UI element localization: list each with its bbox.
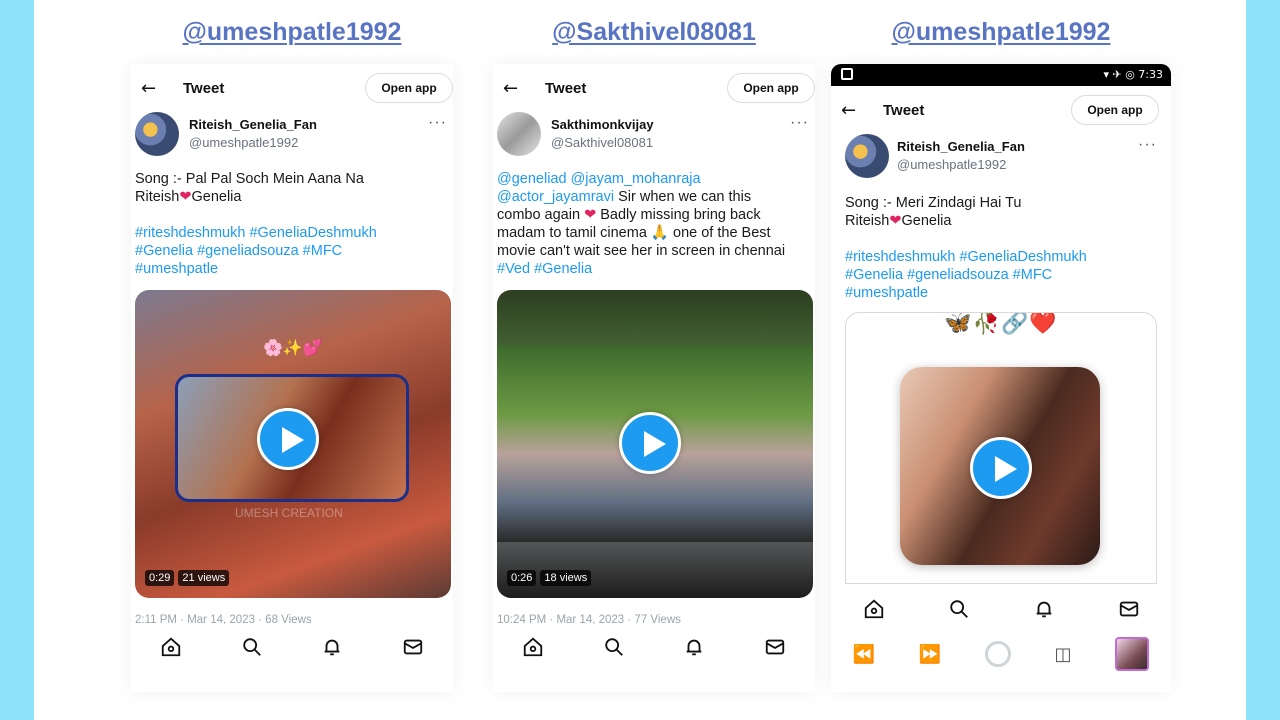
video-duration: 0:26 (507, 570, 537, 586)
mail-icon[interactable] (1117, 597, 1141, 621)
more-options-icon[interactable]: ··· (1138, 136, 1157, 154)
author-name[interactable]: Riteish_Genelia_Fan (897, 139, 1025, 154)
tweet-screen: ▾ ✈ ◎ 7:33 ← Tweet Open app Riteish_Gene… (831, 64, 1171, 692)
video-duration: 0:29 (145, 570, 175, 586)
mentions[interactable]: @geneliad @jayam_mohanraja (497, 170, 811, 188)
back-arrow-icon[interactable]: ← (841, 100, 856, 121)
tweet-text: @geneliad @jayam_mohanraja @actor_jayamr… (497, 170, 811, 278)
search-icon[interactable] (947, 597, 971, 621)
tweet-text: Song :- Meri Zindagi Hai Tu Riteish❤Gene… (845, 194, 1167, 230)
video-player[interactable]: 0:26 18 views (497, 290, 813, 598)
tweet-text: Song :- Pal Pal Soch Mein Aana Na Riteis… (135, 170, 449, 206)
heart-icon: ❤ (584, 207, 597, 223)
page-title: Tweet (545, 79, 587, 97)
avatar[interactable] (135, 112, 179, 156)
top-bar: ← Tweet Open app (131, 66, 453, 110)
bottom-nav (493, 626, 815, 668)
hashtags[interactable]: #Ved #Genelia (497, 260, 811, 278)
video-player[interactable]: 🌸✨💕 UMESH CREATION 0:29 21 views (135, 290, 451, 598)
column-handle[interactable]: @Sakthivel08081 (459, 18, 849, 47)
open-app-button[interactable]: Open app (727, 73, 815, 103)
pray-icon: 🙏 (650, 225, 669, 241)
column-handle[interactable]: @umeshpatle1992 (97, 18, 487, 47)
home-icon[interactable] (159, 635, 183, 659)
canvas: @umeshpatle1992 ← Tweet Open app Riteish… (34, 0, 1246, 720)
song-line: Song :- Meri Zindagi Hai Tu (845, 195, 1022, 211)
author-name[interactable]: Riteish_Genelia_Fan (189, 117, 317, 132)
app-thumbnail[interactable] (1115, 637, 1150, 671)
play-icon[interactable] (257, 408, 319, 470)
more-options-icon[interactable]: ··· (790, 114, 809, 132)
video-stats: 0:29 21 views (145, 570, 230, 586)
hashtags[interactable]: #riteshdeshmukh #GeneliaDeshmukh #Geneli… (135, 224, 449, 278)
play-icon[interactable] (619, 412, 681, 474)
bottom-nav (831, 588, 1171, 630)
home-icon[interactable] (521, 635, 545, 659)
top-bar: ← Tweet Open app (493, 66, 815, 110)
tweet-meta: 2:11 PM · Mar 14, 2023 · 68 Views (135, 614, 312, 624)
bottom-nav (131, 626, 453, 668)
browser-toolbar: ⏪ ⏩ ◫ (831, 632, 1171, 676)
heart-icon: ❤ (889, 213, 902, 229)
tweet-author: Riteish_Genelia_Fan @umeshpatle1992 ··· (131, 112, 453, 158)
names-line: Riteish❤Genelia (845, 213, 952, 229)
author-name[interactable]: Sakthimonkvijay (551, 117, 654, 132)
author-handle[interactable]: @Sakthivel08081 (551, 135, 653, 150)
watermark: UMESH CREATION (235, 506, 343, 520)
hashtags[interactable]: #riteshdeshmukh #GeneliaDeshmukh #Geneli… (845, 248, 1167, 302)
emoji-row: 🦋🥀🔗❤️ (944, 312, 1058, 336)
tweet-meta: 10:24 PM · Mar 14, 2023 · 77 Views (497, 614, 681, 624)
tweet-screen: ← Tweet Open app Riteish_Genelia_Fan @um… (131, 64, 453, 692)
status-icons: ▾ ✈ ◎ 7:33 (1103, 68, 1163, 81)
back-arrow-icon[interactable]: ← (503, 78, 518, 99)
loading-ring-icon[interactable] (984, 641, 1011, 667)
video-views: 18 views (540, 570, 592, 586)
play-icon[interactable] (970, 437, 1032, 499)
video-stats: 0:26 18 views (507, 570, 592, 586)
top-bar: ← Tweet Open app (831, 88, 1171, 132)
back-arrow-icon[interactable]: ← (141, 78, 156, 99)
video-views: 21 views (178, 570, 230, 586)
more-options-icon[interactable]: ··· (428, 114, 447, 132)
open-app-button[interactable]: Open app (365, 73, 453, 103)
page-title: Tweet (183, 79, 225, 97)
avatar[interactable] (497, 112, 541, 156)
tweet-author: Riteish_Genelia_Fan @umeshpatle1992 ··· (831, 134, 1171, 180)
column-handle[interactable]: @umeshpatle1992 (831, 18, 1171, 47)
tweet-screen: ← Tweet Open app Sakthimonkvijay @Sakthi… (493, 64, 815, 692)
rewind-icon[interactable]: ⏪ (853, 644, 875, 665)
search-icon[interactable] (240, 635, 264, 659)
heart-icon: ❤ (179, 189, 192, 205)
sparkles-emoji: 🌸✨💕 (263, 338, 323, 357)
search-icon[interactable] (602, 635, 626, 659)
page-title: Tweet (883, 101, 925, 119)
bell-icon[interactable] (682, 635, 706, 659)
mention[interactable]: @actor_jayamravi (497, 189, 614, 205)
fast-forward-icon[interactable]: ⏩ (919, 644, 941, 665)
gallery-icon (841, 68, 853, 80)
column-2: @Sakthivel08081 ← Tweet Open app Sakthim… (459, 0, 849, 720)
tweet-author: Sakthimonkvijay @Sakthivel08081 ··· (493, 112, 815, 158)
tabs-icon[interactable]: ◫ (1055, 644, 1072, 665)
bell-icon[interactable] (320, 635, 344, 659)
mail-icon[interactable] (763, 635, 787, 659)
column-1: @umeshpatle1992 ← Tweet Open app Riteish… (97, 0, 487, 720)
home-icon[interactable] (862, 597, 886, 621)
open-app-button[interactable]: Open app (1071, 95, 1159, 125)
status-bar: ▾ ✈ ◎ 7:33 (831, 64, 1171, 86)
video-player[interactable]: 🦋🥀🔗❤️ (845, 312, 1157, 584)
song-line: Song :- Pal Pal Soch Mein Aana Na (135, 171, 364, 187)
names-line: Riteish❤Genelia (135, 189, 242, 205)
mail-icon[interactable] (401, 635, 425, 659)
column-3: @umeshpatle1992 ▾ ✈ ◎ 7:33 ← Tweet Open … (831, 0, 1171, 720)
author-handle[interactable]: @umeshpatle1992 (189, 135, 298, 150)
avatar[interactable] (845, 134, 889, 178)
author-handle[interactable]: @umeshpatle1992 (897, 157, 1006, 172)
bell-icon[interactable] (1032, 597, 1056, 621)
